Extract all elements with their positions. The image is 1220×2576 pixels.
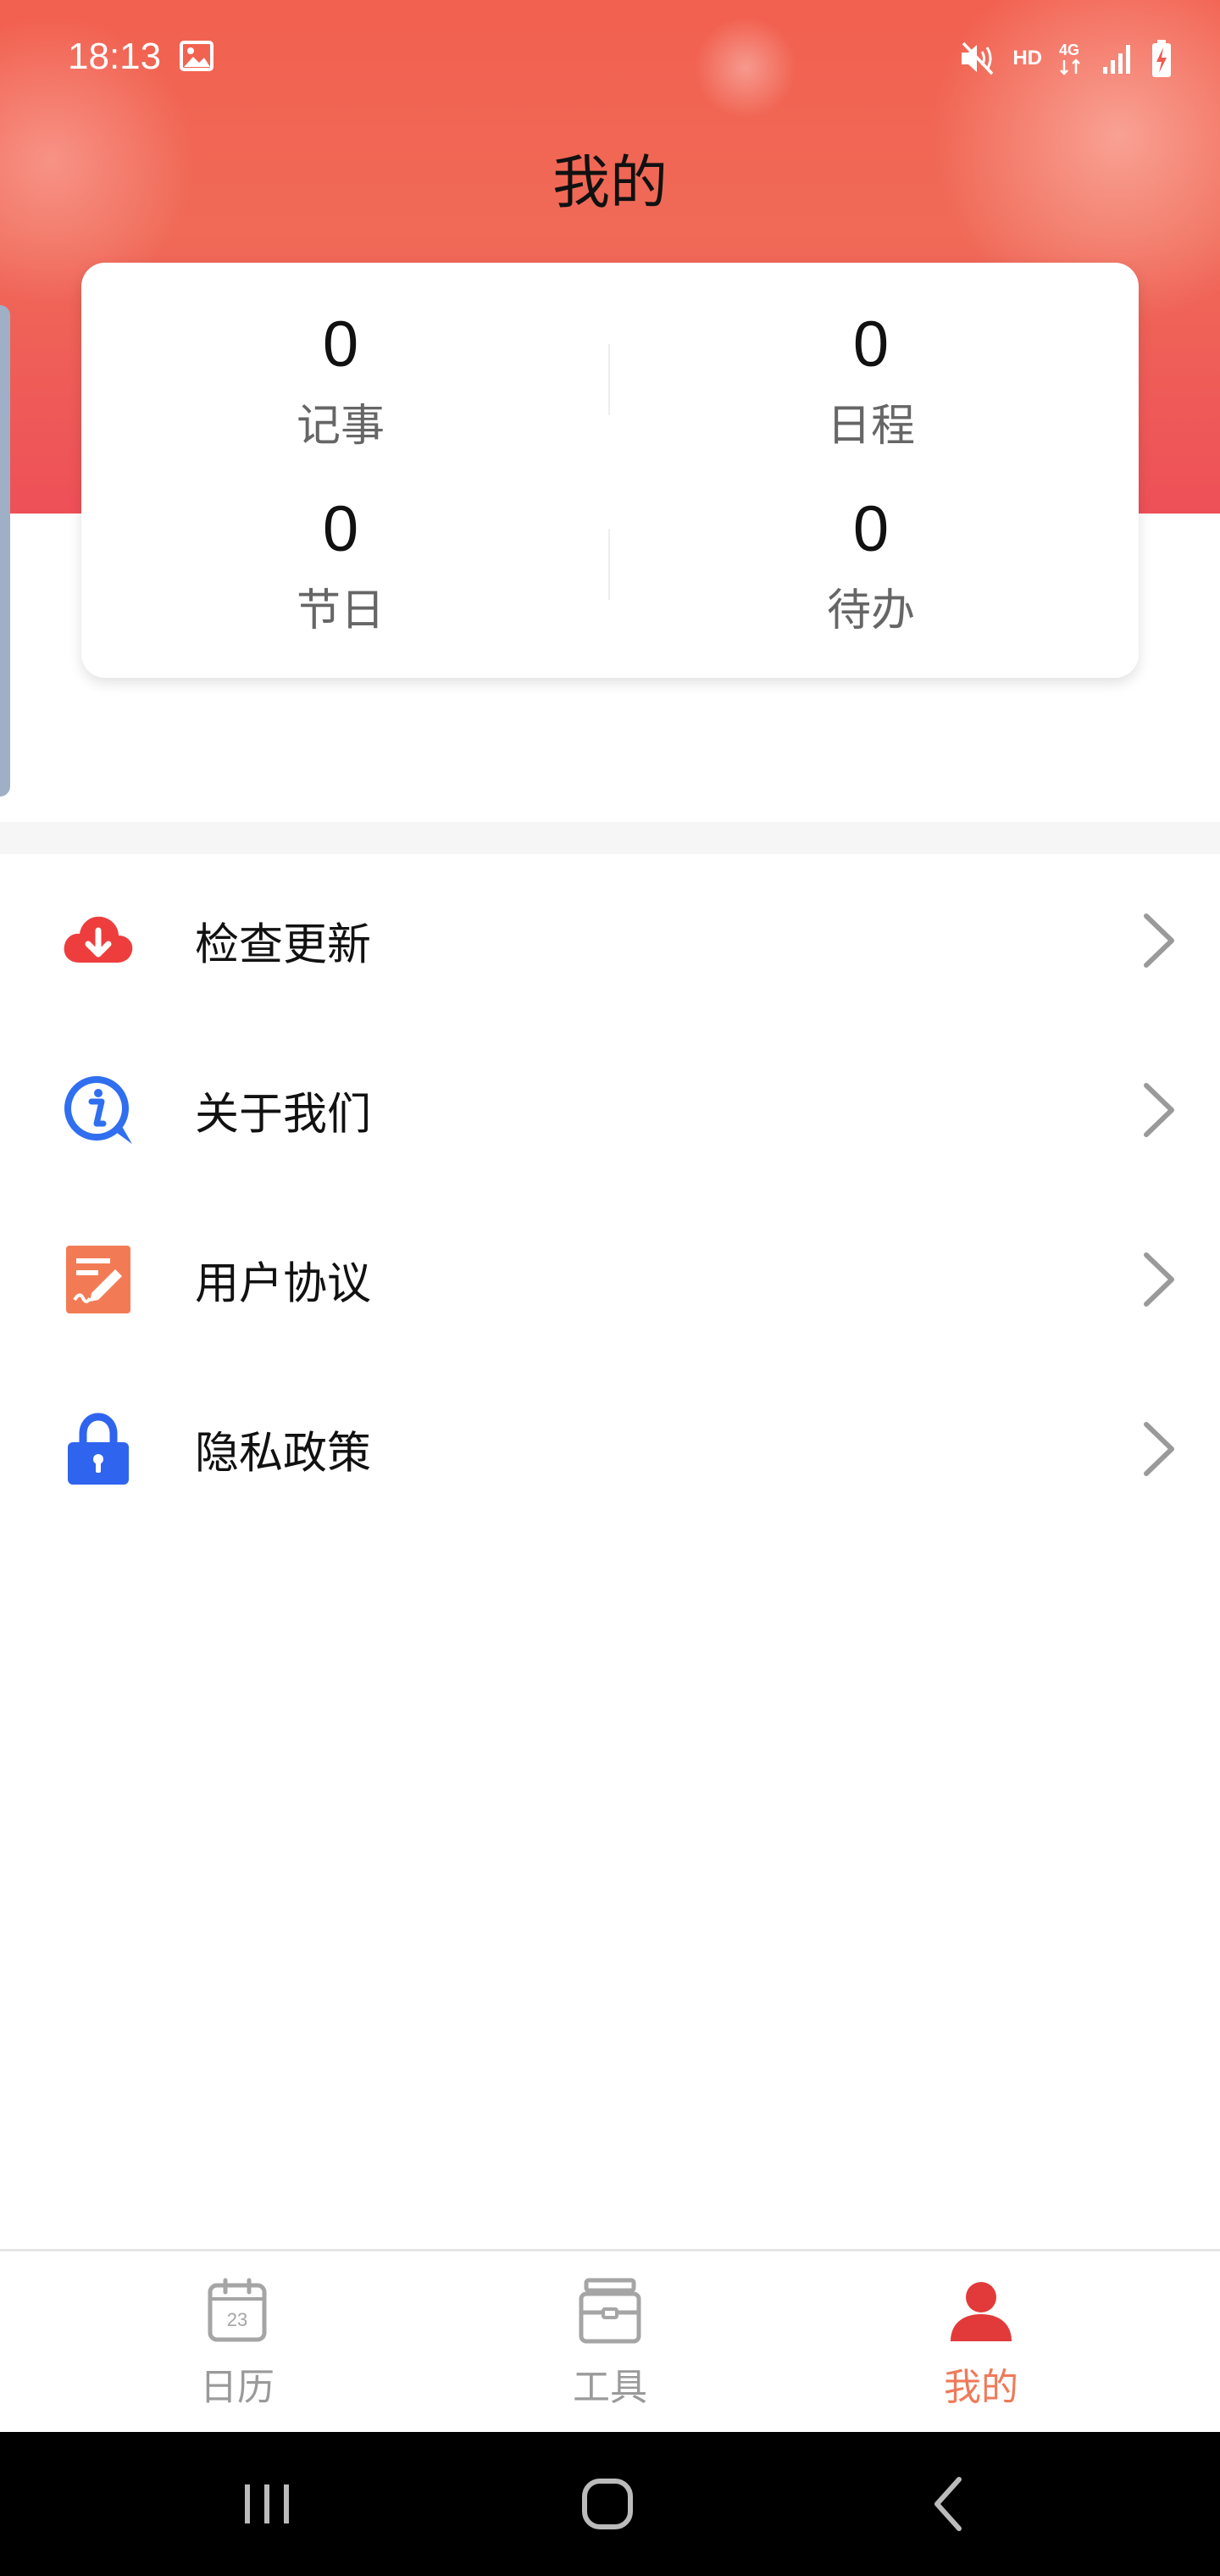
chevron-right-icon bbox=[1144, 1422, 1174, 1476]
system-navigation-bar bbox=[0, 2432, 1220, 2576]
chevron-right-icon bbox=[1144, 1083, 1174, 1137]
image-icon bbox=[180, 41, 214, 71]
svg-text:4G: 4G bbox=[1059, 42, 1079, 58]
tab-label: 工具 bbox=[573, 2366, 647, 2409]
profile-page: 18:13 HD 4G 我的 0 记事 0 日程 0 节日 0 待办 检查更新 … bbox=[0, 0, 1220, 2576]
signal-icon bbox=[1103, 45, 1130, 74]
mute-icon bbox=[962, 42, 994, 75]
back-icon[interactable] bbox=[912, 2466, 988, 2542]
tab-label: 我的 bbox=[944, 2366, 1018, 2409]
menu-label: 检查更新 bbox=[195, 919, 372, 971]
stat-divider bbox=[608, 344, 610, 415]
stat-todo-label: 待办 bbox=[826, 586, 915, 636]
menu-item-user-agreement[interactable]: 用户协议 bbox=[0, 1195, 1220, 1364]
status-bar: 18:13 HD 4G bbox=[0, 0, 1220, 119]
status-indicators: HD 4G bbox=[958, 37, 1173, 80]
chevron-right-icon bbox=[1144, 913, 1174, 968]
document-sign-icon bbox=[66, 1246, 130, 1313]
stat-schedule-value: 0 bbox=[852, 308, 890, 380]
stat-schedule[interactable]: 0 日程 bbox=[702, 307, 1040, 456]
calendar-icon: 23 bbox=[208, 2278, 267, 2342]
4g-icon: 4G bbox=[1059, 42, 1080, 75]
stat-divider bbox=[608, 529, 610, 600]
tab-calendar[interactable]: 23 日历 bbox=[110, 2251, 364, 2434]
section-divider bbox=[0, 822, 1220, 854]
page-title: 我的 bbox=[552, 150, 668, 217]
tab-tools[interactable]: 工具 bbox=[483, 2251, 737, 2434]
tab-mine[interactable]: 我的 bbox=[854, 2251, 1108, 2434]
tab-label: 日历 bbox=[200, 2366, 274, 2409]
stat-notes[interactable]: 0 记事 bbox=[171, 307, 510, 456]
stat-holidays[interactable]: 0 节日 bbox=[171, 491, 510, 641]
lock-icon bbox=[68, 1413, 129, 1485]
menu-label: 关于我们 bbox=[195, 1089, 372, 1141]
menu-item-privacy-policy[interactable]: 隐私政策 bbox=[0, 1364, 1220, 1534]
stat-notes-label: 记事 bbox=[296, 401, 385, 452]
recent-apps-icon[interactable] bbox=[229, 2466, 305, 2542]
hd-icon: HD bbox=[1012, 47, 1042, 69]
bottom-tab-bar: 23 日历 工具 我的 bbox=[0, 2249, 1220, 2434]
info-icon bbox=[64, 1076, 132, 1144]
user-icon bbox=[951, 2282, 1012, 2341]
toolbox-icon bbox=[579, 2278, 641, 2344]
stat-holidays-label: 节日 bbox=[296, 586, 385, 636]
edge-panel-handle[interactable] bbox=[0, 305, 10, 797]
calendar-day-number: 23 bbox=[227, 2309, 247, 2330]
battery-charging-icon bbox=[1152, 40, 1171, 77]
cloud-download-icon bbox=[64, 916, 133, 963]
menu-label: 隐私政策 bbox=[195, 1428, 372, 1480]
home-icon[interactable] bbox=[569, 2466, 646, 2542]
stat-schedule-label: 日程 bbox=[826, 401, 915, 452]
stat-notes-value: 0 bbox=[322, 308, 359, 380]
stat-holidays-value: 0 bbox=[322, 493, 359, 565]
menu-label: 用户协议 bbox=[195, 1258, 372, 1310]
stat-todo-value: 0 bbox=[852, 493, 890, 565]
menu-item-check-update[interactable]: 检查更新 bbox=[0, 856, 1220, 1025]
status-time: 18:13 bbox=[68, 36, 162, 77]
menu-item-about-us[interactable]: 关于我们 bbox=[0, 1025, 1220, 1195]
chevron-right-icon bbox=[1144, 1252, 1174, 1307]
stats-card: 0 记事 0 日程 0 节日 0 待办 bbox=[81, 263, 1139, 678]
stat-todo[interactable]: 0 待办 bbox=[702, 491, 1040, 641]
